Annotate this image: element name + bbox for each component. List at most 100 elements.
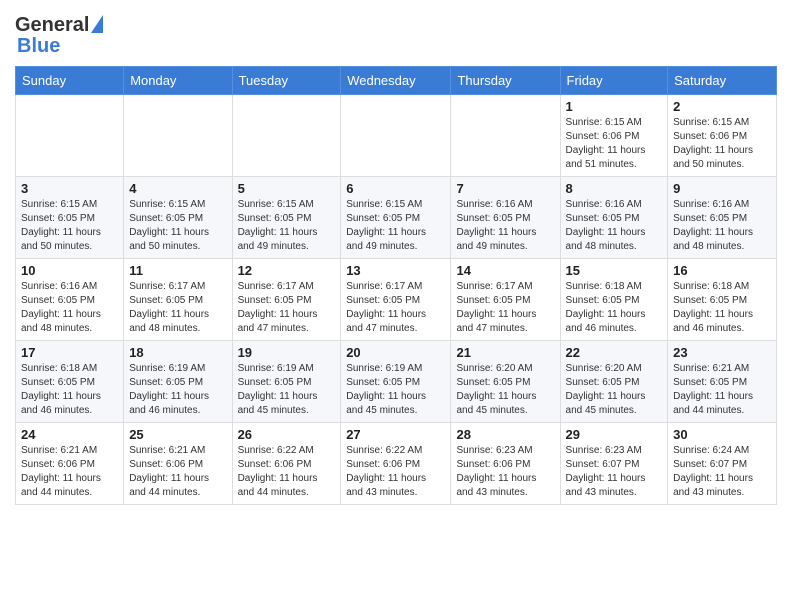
calendar-cell: 23Sunrise: 6:21 AM Sunset: 6:05 PM Dayli… [668,341,777,423]
day-number: 16 [673,263,771,278]
calendar-cell [232,95,341,177]
day-info: Sunrise: 6:18 AM Sunset: 6:05 PM Dayligh… [673,280,771,336]
day-number: 6 [346,181,445,196]
day-info: Sunrise: 6:21 AM Sunset: 6:06 PM Dayligh… [21,444,118,500]
calendar-cell: 10 Sunrise: 6:16 AM Sunset: 6:05 PM Dayli… [16,259,124,341]
calendar-cell: 19Sunrise: 6:19 AM Sunset: 6:05 PM Dayli… [232,341,341,423]
calendar-cell: 14 Sunrise: 6:17 AM Sunset: 6:05 PM Dayli… [451,259,560,341]
day-number: 1 [566,99,663,114]
day-number: 14 [456,263,554,278]
calendar-cell: 17Sunrise: 6:18 AM Sunset: 6:05 PM Dayli… [16,341,124,423]
day-info: Sunrise: 6:22 AM Sunset: 6:06 PM Dayligh… [346,444,445,500]
day-number: 22 [566,345,663,360]
calendar-cell: 27 Sunrise: 6:22 AM Sunset: 6:06 PM Dayli… [341,423,451,505]
day-info: Sunrise: 6:19 AM Sunset: 6:05 PM Dayligh… [129,362,226,418]
calendar-cell: 20Sunrise: 6:19 AM Sunset: 6:05 PM Dayli… [341,341,451,423]
day-number: 2 [673,99,771,114]
day-info: Sunrise: 6:17 AM Sunset: 6:05 PM Dayligh… [238,280,336,336]
weekday-header-saturday: Saturday [668,67,777,95]
day-number: 5 [238,181,336,196]
day-info: Sunrise: 6:20 AM Sunset: 6:05 PM Dayligh… [456,362,554,418]
day-number: 9 [673,181,771,196]
day-info: Sunrise: 6:19 AM Sunset: 6:05 PM Dayligh… [346,362,445,418]
calendar-cell: 7Sunrise: 6:16 AM Sunset: 6:05 PM Daylig… [451,177,560,259]
calendar: SundayMondayTuesdayWednesdayThursdayFrid… [15,66,777,505]
day-number: 10 [21,263,118,278]
logo-general-text: General [15,15,89,35]
weekday-header-monday: Monday [124,67,232,95]
calendar-cell [341,95,451,177]
calendar-cell [16,95,124,177]
day-info: Sunrise: 6:23 AM Sunset: 6:06 PM Dayligh… [456,444,554,500]
day-info: Sunrise: 6:17 AM Sunset: 6:05 PM Dayligh… [346,280,445,336]
calendar-cell: 28 Sunrise: 6:23 AM Sunset: 6:06 PM Dayli… [451,423,560,505]
day-number: 18 [129,345,226,360]
day-info: Sunrise: 6:17 AM Sunset: 6:05 PM Dayligh… [456,280,554,336]
day-info: Sunrise: 6:21 AM Sunset: 6:06 PM Dayligh… [129,444,226,500]
calendar-row-3: 17Sunrise: 6:18 AM Sunset: 6:05 PM Dayli… [16,341,777,423]
day-number: 30 [673,427,771,442]
calendar-row-1: 3Sunrise: 6:15 AM Sunset: 6:05 PM Daylig… [16,177,777,259]
day-number: 8 [566,181,663,196]
day-number: 24 [21,427,118,442]
logo-blue-text: Blue [17,35,60,57]
day-info: Sunrise: 6:15 AM Sunset: 6:06 PM Dayligh… [566,116,663,172]
day-number: 7 [456,181,554,196]
day-number: 13 [346,263,445,278]
day-info: Sunrise: 6:15 AM Sunset: 6:05 PM Dayligh… [346,198,445,254]
weekday-header-friday: Friday [560,67,668,95]
weekday-header-tuesday: Tuesday [232,67,341,95]
calendar-cell: 6 Sunrise: 6:15 AM Sunset: 6:05 PM Daylig… [341,177,451,259]
calendar-row-2: 10 Sunrise: 6:16 AM Sunset: 6:05 PM Dayli… [16,259,777,341]
logo-triangle-icon [91,15,103,33]
calendar-cell: 8Sunrise: 6:16 AM Sunset: 6:05 PM Daylig… [560,177,668,259]
day-number: 15 [566,263,663,278]
calendar-cell: 16 Sunrise: 6:18 AM Sunset: 6:05 PM Dayli… [668,259,777,341]
calendar-cell: 22 Sunrise: 6:20 AM Sunset: 6:05 PM Dayli… [560,341,668,423]
page: General Blue SundayMondayTuesdayWednesda… [0,0,792,520]
day-info: Sunrise: 6:24 AM Sunset: 6:07 PM Dayligh… [673,444,771,500]
weekday-header-sunday: Sunday [16,67,124,95]
calendar-cell: 1 Sunrise: 6:15 AM Sunset: 6:06 PM Daylig… [560,95,668,177]
day-number: 27 [346,427,445,442]
calendar-cell: 21 Sunrise: 6:20 AM Sunset: 6:05 PM Dayli… [451,341,560,423]
day-info: Sunrise: 6:18 AM Sunset: 6:05 PM Dayligh… [566,280,663,336]
calendar-cell: 29 Sunrise: 6:23 AM Sunset: 6:07 PM Dayli… [560,423,668,505]
day-info: Sunrise: 6:23 AM Sunset: 6:07 PM Dayligh… [566,444,663,500]
calendar-cell: 15 Sunrise: 6:18 AM Sunset: 6:05 PM Dayli… [560,259,668,341]
day-info: Sunrise: 6:16 AM Sunset: 6:05 PM Dayligh… [21,280,118,336]
calendar-cell [124,95,232,177]
day-number: 11 [129,263,226,278]
day-number: 26 [238,427,336,442]
day-number: 25 [129,427,226,442]
day-info: Sunrise: 6:15 AM Sunset: 6:05 PM Dayligh… [238,198,336,254]
calendar-cell: 2Sunrise: 6:15 AM Sunset: 6:06 PM Daylig… [668,95,777,177]
day-number: 4 [129,181,226,196]
day-info: Sunrise: 6:22 AM Sunset: 6:06 PM Dayligh… [238,444,336,500]
calendar-cell [451,95,560,177]
calendar-row-4: 24 Sunrise: 6:21 AM Sunset: 6:06 PM Dayli… [16,423,777,505]
day-info: Sunrise: 6:21 AM Sunset: 6:05 PM Dayligh… [673,362,771,418]
day-number: 19 [238,345,336,360]
day-info: Sunrise: 6:17 AM Sunset: 6:05 PM Dayligh… [129,280,226,336]
calendar-cell: 5 Sunrise: 6:15 AM Sunset: 6:05 PM Daylig… [232,177,341,259]
calendar-row-0: 1 Sunrise: 6:15 AM Sunset: 6:06 PM Daylig… [16,95,777,177]
calendar-cell: 4 Sunrise: 6:15 AM Sunset: 6:05 PM Daylig… [124,177,232,259]
day-number: 12 [238,263,336,278]
day-info: Sunrise: 6:16 AM Sunset: 6:05 PM Dayligh… [673,198,771,254]
calendar-cell: 12 Sunrise: 6:17 AM Sunset: 6:05 PM Dayli… [232,259,341,341]
calendar-cell: 26 Sunrise: 6:22 AM Sunset: 6:06 PM Dayli… [232,423,341,505]
calendar-cell: 24 Sunrise: 6:21 AM Sunset: 6:06 PM Dayli… [16,423,124,505]
calendar-cell: 3Sunrise: 6:15 AM Sunset: 6:05 PM Daylig… [16,177,124,259]
weekday-header-wednesday: Wednesday [341,67,451,95]
header: General Blue [15,10,777,58]
day-info: Sunrise: 6:15 AM Sunset: 6:05 PM Dayligh… [129,198,226,254]
day-number: 29 [566,427,663,442]
day-number: 28 [456,427,554,442]
day-info: Sunrise: 6:15 AM Sunset: 6:05 PM Dayligh… [21,198,118,254]
weekday-header-row: SundayMondayTuesdayWednesdayThursdayFrid… [16,67,777,95]
day-number: 21 [456,345,554,360]
calendar-cell: 11 Sunrise: 6:17 AM Sunset: 6:05 PM Dayli… [124,259,232,341]
day-info: Sunrise: 6:20 AM Sunset: 6:05 PM Dayligh… [566,362,663,418]
calendar-cell: 25 Sunrise: 6:21 AM Sunset: 6:06 PM Dayli… [124,423,232,505]
